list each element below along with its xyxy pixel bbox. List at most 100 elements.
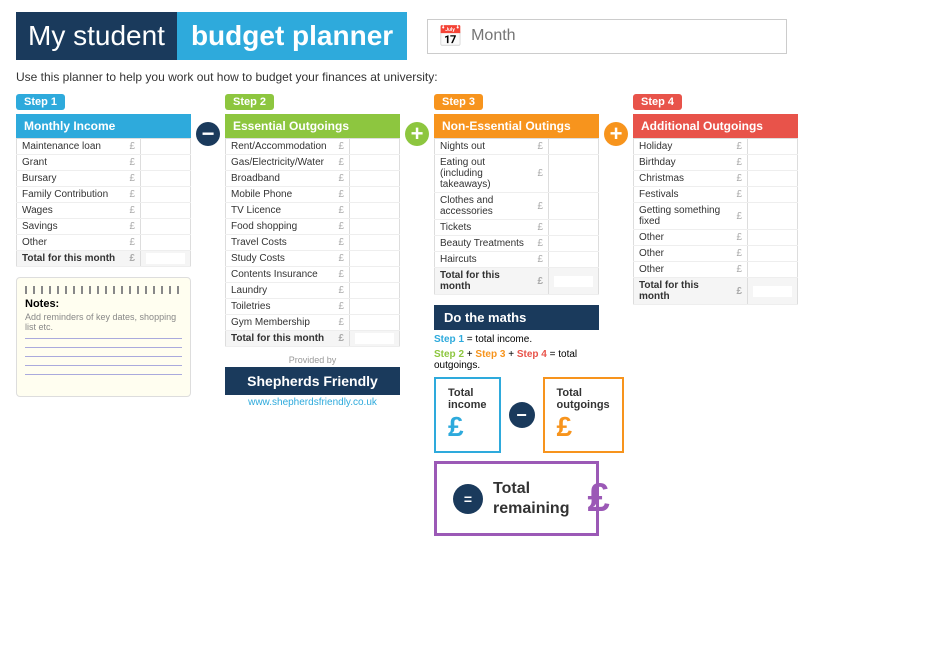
row-label: Other <box>634 262 732 278</box>
row-value[interactable] <box>748 155 798 171</box>
month-input[interactable] <box>471 27 776 45</box>
row-value[interactable] <box>748 139 798 155</box>
row-currency: £ <box>333 171 349 187</box>
row-label: Christmas <box>634 171 732 187</box>
total-outgoings-label: Totaloutgoings <box>557 387 610 411</box>
notes-block: Notes: Add reminders of key dates, shopp… <box>16 277 191 397</box>
row-currency: £ <box>333 203 349 219</box>
row-value[interactable] <box>748 246 798 262</box>
notes-title: Notes: <box>25 298 182 310</box>
total-outgoings-box[interactable]: Totaloutgoings £ <box>543 377 624 453</box>
row-currency: £ <box>731 262 747 278</box>
row-value[interactable] <box>748 187 798 203</box>
row-value[interactable] <box>350 203 400 219</box>
row-value[interactable] <box>549 252 599 268</box>
maths-step3-ref: Step 3 <box>475 349 505 360</box>
table-row: Savings £ <box>17 219 191 235</box>
step4-total-value[interactable] <box>748 278 798 305</box>
maths-minus-circle: − <box>509 402 535 428</box>
row-currency: £ <box>532 193 548 220</box>
total-remaining-box[interactable]: = Total remaining £ <box>434 461 599 536</box>
row-value[interactable] <box>350 155 400 171</box>
row-currency: £ <box>532 220 548 236</box>
row-label: Other <box>634 246 732 262</box>
shepherds-name[interactable]: Shepherds Friendly <box>225 367 400 395</box>
maths-line2: Step 2 + Step 3 + Step 4 = total outgoin… <box>434 347 599 377</box>
row-currency: £ <box>333 299 349 315</box>
row-label: TV Licence <box>226 203 334 219</box>
table-row: Other £ <box>634 230 798 246</box>
row-label: Broadband <box>226 171 334 187</box>
row-currency: £ <box>333 315 349 331</box>
do-maths-title: Do the maths <box>434 305 599 330</box>
row-value[interactable] <box>549 139 599 155</box>
row-currency: £ <box>333 139 349 155</box>
row-value[interactable] <box>350 315 400 331</box>
row-value[interactable] <box>141 219 191 235</box>
step3-title: Non-Essential Outings <box>434 114 599 138</box>
row-label: Study Costs <box>226 251 334 267</box>
step1-total-row: Total for this month £ <box>17 251 191 267</box>
row-value[interactable] <box>350 283 400 299</box>
step2-total-value[interactable] <box>350 331 400 347</box>
row-value[interactable] <box>549 155 599 193</box>
row-value[interactable] <box>549 220 599 236</box>
step1-total-value[interactable] <box>141 251 191 267</box>
row-currency: £ <box>532 252 548 268</box>
row-value[interactable] <box>350 299 400 315</box>
notes-line-3 <box>25 356 182 357</box>
table-row: Other £ <box>634 246 798 262</box>
table-row: Toiletries £ <box>226 299 400 315</box>
row-value[interactable] <box>350 267 400 283</box>
row-label: Rent/Accommodation <box>226 139 334 155</box>
step4-total-row: Total for this month £ <box>634 278 798 305</box>
total-income-box[interactable]: Totalincome £ <box>434 377 501 453</box>
row-currency: £ <box>124 139 140 155</box>
row-value[interactable] <box>549 236 599 252</box>
row-label: Clothes and accessories <box>435 193 533 220</box>
row-value[interactable] <box>350 139 400 155</box>
row-currency: £ <box>124 203 140 219</box>
row-value[interactable] <box>350 235 400 251</box>
row-label: Eating out (including takeaways) <box>435 155 533 193</box>
step1-total-currency: £ <box>124 251 140 267</box>
maths-boxes-row: Totalincome £ − Totaloutgoings £ <box>434 377 599 453</box>
step3-total-currency: £ <box>532 268 548 295</box>
row-value[interactable] <box>350 187 400 203</box>
step4-total-currency: £ <box>731 278 747 305</box>
step4-title: Additional Outgoings <box>633 114 798 138</box>
table-row: Beauty Treatments £ <box>435 236 599 252</box>
row-value[interactable] <box>350 251 400 267</box>
step3-block: Step 3 Non-Essential Outings Nights out … <box>434 94 599 536</box>
row-value[interactable] <box>141 155 191 171</box>
maths-step2-ref: Step 2 <box>434 349 464 360</box>
row-value[interactable] <box>350 219 400 235</box>
row-label: Getting something fixed <box>634 203 732 230</box>
row-value[interactable] <box>141 171 191 187</box>
maths-step1-ref: Step 1 <box>434 334 464 345</box>
step3-total-value[interactable] <box>549 268 599 295</box>
row-value[interactable] <box>748 203 798 230</box>
page: My student budget planner 📅 Use this pla… <box>0 0 942 660</box>
row-value[interactable] <box>748 171 798 187</box>
maths-step4-ref: Step 4 <box>517 349 547 360</box>
row-value[interactable] <box>141 139 191 155</box>
row-value[interactable] <box>748 262 798 278</box>
row-value[interactable] <box>549 193 599 220</box>
month-input-container[interactable]: 📅 <box>427 19 787 54</box>
row-currency: £ <box>333 235 349 251</box>
shepherds-url[interactable]: www.shepherdsfriendly.co.uk <box>225 397 400 408</box>
row-label: Family Contribution <box>17 187 125 203</box>
total-remaining-text: Total remaining <box>493 479 569 517</box>
row-value[interactable] <box>141 187 191 203</box>
row-value[interactable] <box>748 230 798 246</box>
table-row: TV Licence £ <box>226 203 400 219</box>
row-currency: £ <box>333 155 349 171</box>
row-value[interactable] <box>350 171 400 187</box>
row-currency: £ <box>124 235 140 251</box>
row-label: Birthday <box>634 155 732 171</box>
table-row: Christmas £ <box>634 171 798 187</box>
row-value[interactable] <box>141 235 191 251</box>
subtitle: Use this planner to help you work out ho… <box>16 70 926 84</box>
row-value[interactable] <box>141 203 191 219</box>
